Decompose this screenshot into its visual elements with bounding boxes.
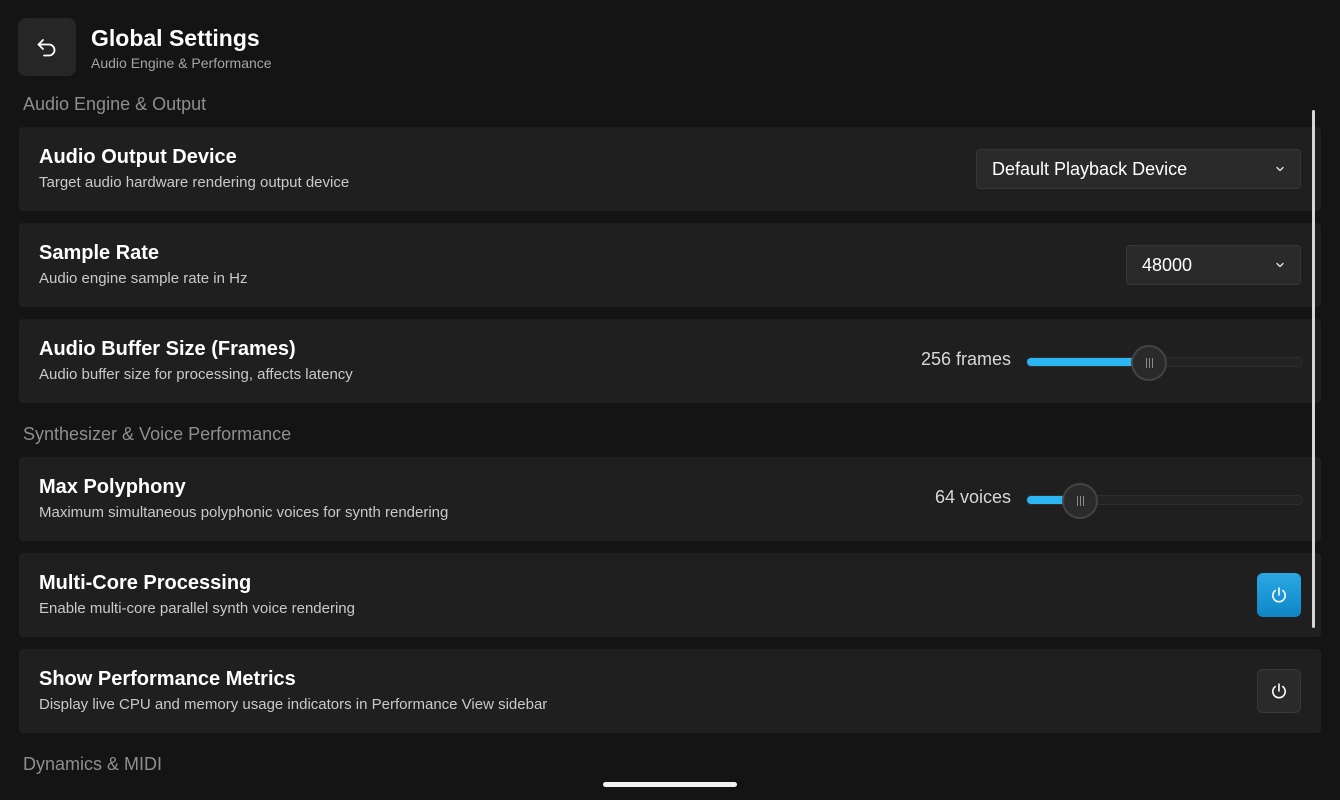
slider-thumb[interactable] [1131, 345, 1167, 381]
setting-card-polyphony: Max Polyphony Maximum simultaneous polyp… [19, 457, 1321, 541]
grip-icon [1145, 358, 1153, 368]
polyphony-value: 64 voices [934, 487, 1011, 507]
slider-fill [1027, 358, 1148, 366]
back-button[interactable] [18, 18, 76, 76]
setting-title: Max Polyphony [39, 476, 186, 498]
sample-rate-dropdown[interactable]: 48000 [1126, 245, 1301, 285]
settings-page: Global Settings Audio Engine & Performan… [0, 0, 1340, 800]
setting-card-sample-rate: Sample Rate Audio engine sample rate in … [19, 223, 1321, 307]
setting-description: Audio buffer size for processing, affect… [39, 366, 353, 383]
power-icon [1272, 587, 1286, 603]
setting-card-multicore: Multi-Core Processing Enable multi-core … [19, 553, 1321, 637]
slider-thumb[interactable] [1062, 483, 1099, 519]
dropdown-value: Default Playback Device [992, 158, 1188, 179]
buffer-size-value: 256 frames [920, 349, 1011, 369]
setting-description: Audio engine sample rate in Hz [39, 270, 248, 287]
section-title-audio-engine: Audio Engine & Output [23, 94, 207, 114]
setting-description: Enable multi-core parallel synth voice r… [39, 600, 355, 617]
chevron-down-icon [1276, 166, 1284, 172]
setting-title: Audio Output Device [39, 146, 237, 168]
page-title: Global Settings [91, 24, 260, 51]
setting-description: Target audio hardware rendering output d… [39, 174, 350, 191]
setting-title: Show Performance Metrics [39, 668, 296, 690]
setting-title: Multi-Core Processing [39, 572, 252, 594]
setting-card-metrics: Show Performance Metrics Display live CP… [19, 649, 1321, 733]
section-title-synth: Synthesizer & Voice Performance [23, 424, 292, 444]
page-header: Global Settings Audio Engine & Performan… [18, 18, 272, 76]
home-indicator[interactable] [603, 782, 737, 787]
metrics-toggle[interactable] [1257, 669, 1301, 713]
polyphony-slider[interactable] [1026, 483, 1303, 519]
setting-title: Sample Rate [39, 242, 160, 264]
buffer-size-slider[interactable] [1026, 345, 1303, 381]
output-device-dropdown[interactable]: Default Playback Device [976, 149, 1301, 189]
setting-description: Maximum simultaneous polyphonic voices f… [39, 504, 449, 521]
header-text: Global Settings Audio Engine & Performan… [91, 24, 272, 71]
setting-card-buffer-size: Audio Buffer Size (Frames) Audio buffer … [19, 319, 1321, 403]
grip-icon [1076, 496, 1084, 506]
setting-card-output-device: Audio Output Device Target audio hardwar… [19, 127, 1321, 211]
multicore-toggle[interactable] [1257, 573, 1301, 617]
scrollbar[interactable] [1312, 110, 1315, 628]
setting-title: Audio Buffer Size (Frames) [39, 338, 296, 360]
undo-arrow-icon [37, 39, 56, 57]
section-title-dynamics: Dynamics & MIDI [23, 754, 163, 774]
power-icon [1272, 683, 1286, 699]
setting-description: Display live CPU and memory usage indica… [39, 696, 548, 713]
chevron-down-icon [1276, 262, 1284, 268]
dropdown-value: 48000 [1142, 254, 1193, 275]
page-subtitle: Audio Engine & Performance [91, 54, 272, 71]
